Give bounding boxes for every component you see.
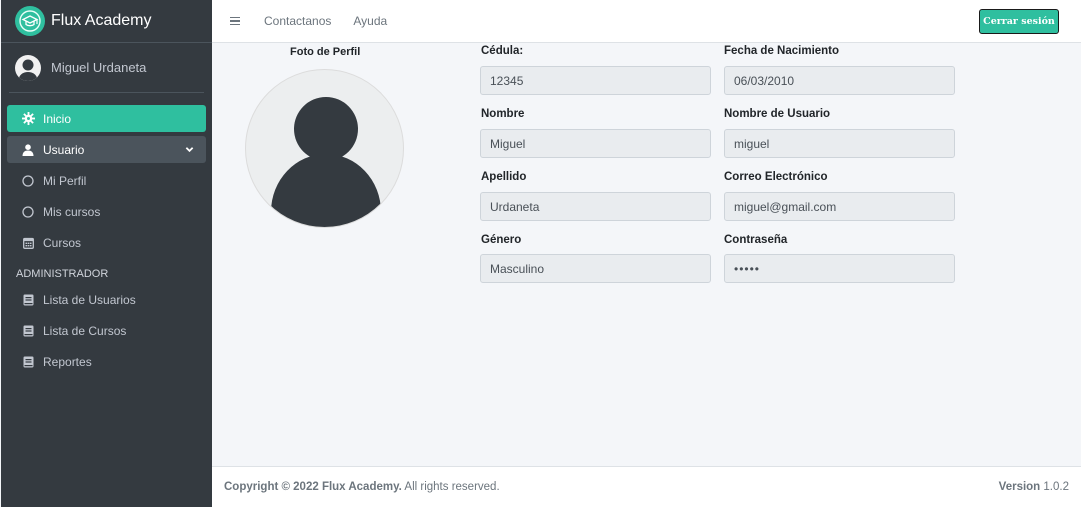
book-icon (21, 355, 35, 369)
user-silhouette-icon (271, 97, 381, 227)
avatar (15, 54, 41, 81)
fecha-nacimiento-field[interactable]: 06/03/2010 (724, 66, 955, 95)
correo-field[interactable]: miguel@gmail.com (724, 192, 955, 221)
chevron-down-icon (185, 143, 194, 157)
version-value: 1.0.2 (1040, 481, 1069, 493)
user-panel[interactable]: Miguel Urdaneta (9, 43, 204, 93)
sidebar-item-label: Mis cursos (43, 204, 101, 219)
genero-field[interactable]: Masculino (480, 254, 711, 283)
sidebar-item-mi-perfil[interactable]: Mi Perfil (7, 167, 206, 194)
circle-icon (21, 205, 35, 219)
brand-name: Flux Academy (51, 12, 152, 29)
sidebar-item-label: Usuario (43, 142, 85, 157)
sidebar-item-inicio[interactable]: Inicio (7, 105, 206, 132)
sidebar-item-cursos[interactable]: Cursos (7, 229, 206, 256)
sidebar-item-label: Mi Perfil (43, 173, 87, 188)
sidebar-item-usuario[interactable]: Usuario (7, 136, 206, 163)
cedula-field[interactable]: 12345 (480, 66, 711, 95)
sidebar-item-label: Lista de Cursos (43, 323, 127, 338)
circle-icon (21, 174, 35, 188)
sidebar-item-label: Inicio (43, 111, 72, 126)
graduation-cap-icon (15, 6, 45, 36)
nombre-field[interactable]: Miguel (480, 129, 711, 158)
sidebar-item-label: Lista de Usuarios (43, 292, 136, 307)
sidebar-item-label: Reportes (43, 354, 92, 369)
contrasena-label: Contraseña (724, 234, 788, 246)
apellido-field[interactable]: Urdaneta (480, 192, 711, 221)
copyright-rest: All rights reserved. (401, 481, 500, 493)
sidebar-item-mis-cursos[interactable]: Mis cursos (7, 198, 206, 225)
copyright-text: Copyright © 2022 Flux Academy. All right… (224, 481, 500, 493)
user-name[interactable]: Miguel Urdaneta (51, 60, 146, 75)
contrasena-field[interactable]: ••••• (724, 254, 955, 283)
nav-link-contactanos[interactable]: Contactanos (264, 14, 331, 28)
sidebar-item-label: Cursos (43, 235, 82, 250)
sidebar-nav: Inicio Usuario Mi Perfil Mis cursos Curs… (1, 93, 212, 375)
nav-link-ayuda[interactable]: Ayuda (353, 14, 387, 28)
calendar-icon (21, 236, 35, 250)
book-icon (21, 324, 35, 338)
nombre-usuario-label: Nombre de Usuario (724, 108, 831, 120)
nombre-label: Nombre (481, 108, 525, 120)
correo-label: Correo Electrónico (724, 171, 828, 183)
genero-label: Género (481, 234, 522, 246)
sidebar-item-reportes[interactable]: Reportes (7, 348, 206, 375)
logout-button[interactable]: Cerrar sesión (979, 9, 1059, 34)
sidebar: Flux Academy Miguel Urdaneta Inicio Usua… (1, 0, 212, 507)
brand-link[interactable]: Flux Academy (1, 0, 212, 43)
version-label: Version (998, 481, 1041, 493)
version-text: Version 1.0.2 (999, 481, 1069, 493)
sidebar-item-lista-usuarios[interactable]: Lista de Usuarios (7, 286, 206, 313)
sidebar-section-header: ADMINISTRADOR (16, 268, 109, 280)
copyright-bold: Copyright © 2022 Flux Academy. (224, 481, 402, 493)
profile-photo[interactable] (245, 69, 404, 228)
hamburger-menu-icon[interactable] (230, 15, 240, 28)
sidebar-item-lista-cursos[interactable]: Lista de Cursos (7, 317, 206, 344)
book-icon (21, 293, 35, 307)
user-icon (21, 143, 35, 157)
apellido-label: Apellido (481, 171, 527, 183)
gear-icon (21, 112, 35, 126)
profile-photo-label: Foto de Perfil (290, 46, 361, 58)
footer: Copyright © 2022 Flux Academy. All right… (212, 466, 1081, 507)
cedula-label: Cédula: (481, 45, 524, 57)
fecha-nacimiento-label: Fecha de Nacimiento (724, 45, 840, 57)
top-navbar: Contactanos Ayuda Cerrar sesión (212, 0, 1081, 43)
nombre-usuario-field[interactable]: miguel (724, 129, 955, 158)
